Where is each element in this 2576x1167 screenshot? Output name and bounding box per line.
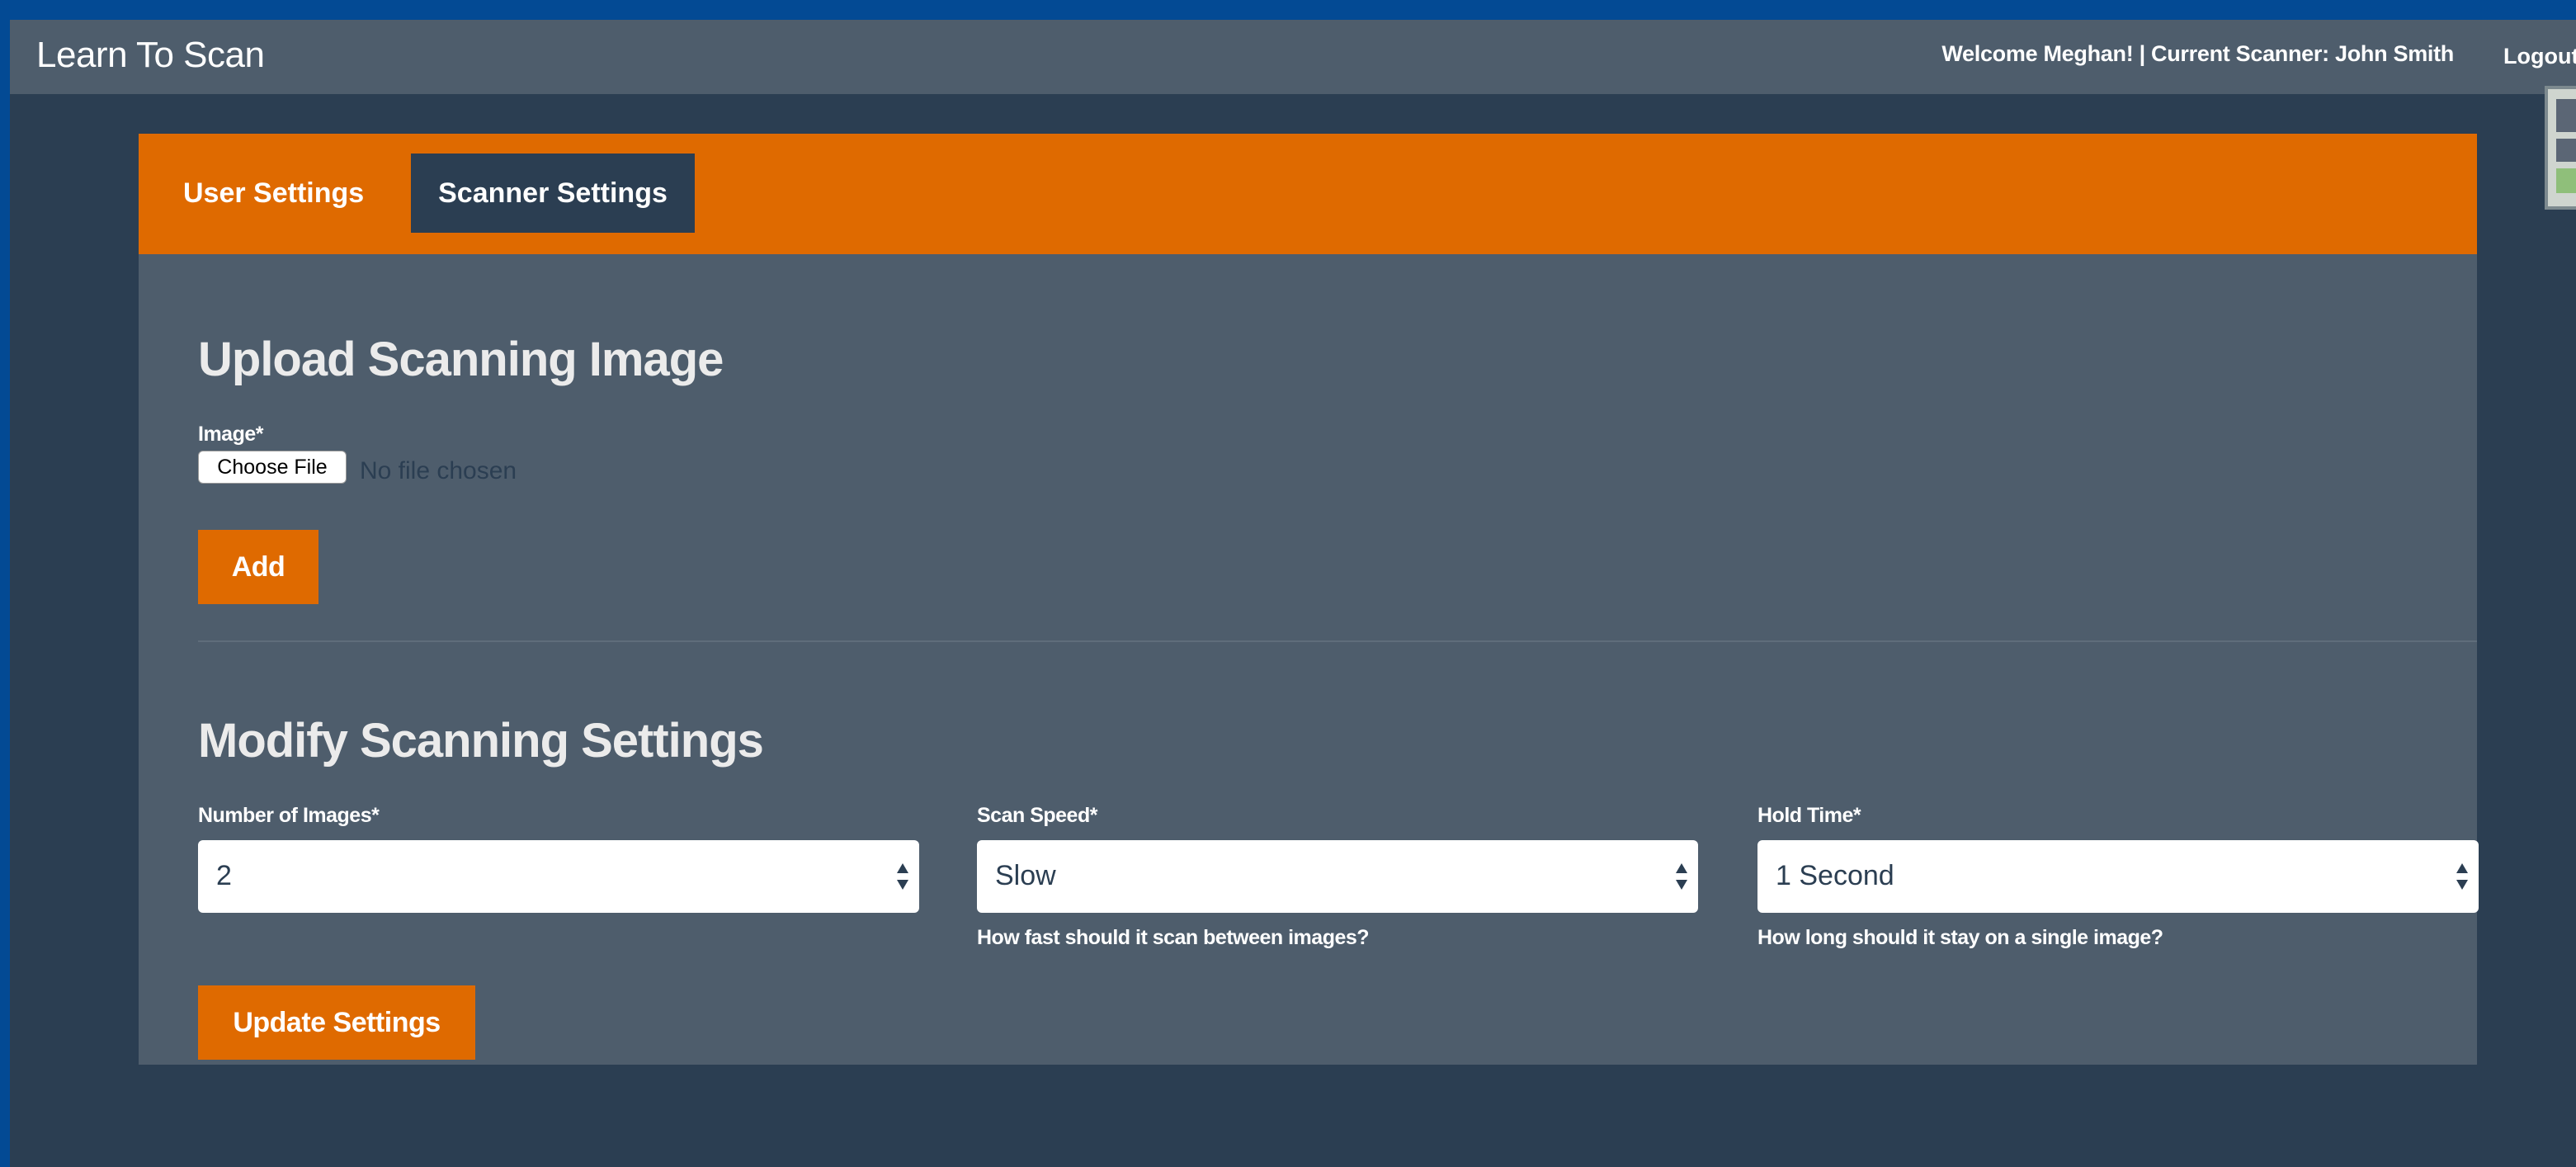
scan-speed-help: How fast should it scan between images?: [977, 926, 1370, 949]
settings-panel: Upload Scanning Image Image* Choose File…: [139, 254, 2479, 1065]
tab-scanner-settings[interactable]: Scanner Settings: [411, 154, 695, 233]
widget-block-top: [2556, 99, 2576, 132]
scan-speed-value: Slow: [995, 860, 1056, 891]
choose-file-button[interactable]: Choose File: [198, 451, 347, 484]
app-viewport: Learn To Scan Welcome Meghan! | Current …: [10, 20, 2576, 1167]
add-image-button[interactable]: Add: [198, 530, 318, 604]
file-status-text: No file chosen: [360, 457, 517, 484]
select-arrows-icon: [2456, 863, 2468, 890]
scan-speed-select[interactable]: Slow: [977, 840, 1698, 913]
select-arrows-icon: [897, 863, 908, 890]
side-widget[interactable]: [2545, 86, 2576, 210]
welcome-text: Welcome Meghan! | Current Scanner: John …: [1941, 41, 2454, 66]
update-settings-button[interactable]: Update Settings: [198, 985, 475, 1060]
widget-block-middle: [2556, 139, 2576, 162]
navbar: Learn To Scan Welcome Meghan! | Current …: [10, 20, 2576, 94]
hold-time-value: 1 Second: [1776, 860, 1894, 891]
widget-block-bottom: [2556, 168, 2576, 193]
hold-time-select[interactable]: 1 Second: [1757, 840, 2479, 913]
number-of-images-value: 2: [216, 860, 232, 891]
brand-title[interactable]: Learn To Scan: [36, 35, 265, 76]
image-field-label: Image*: [198, 423, 263, 446]
section-divider: [198, 640, 2477, 642]
tab-user-settings[interactable]: User Settings: [183, 154, 381, 233]
hold-time-label: Hold Time*: [1757, 804, 1861, 827]
number-of-images-select[interactable]: 2: [198, 840, 919, 913]
modify-section-title: Modify Scanning Settings: [198, 714, 764, 768]
settings-tab-bar: User Settings Scanner Settings: [139, 134, 2477, 254]
number-of-images-label: Number of Images*: [198, 804, 380, 827]
upload-section-title: Upload Scanning Image: [198, 333, 724, 386]
logout-link[interactable]: Logout: [2503, 44, 2576, 69]
hold-time-help: How long should it stay on a single imag…: [1757, 926, 2163, 949]
select-arrows-icon: [1676, 863, 1687, 890]
scan-speed-label: Scan Speed*: [977, 804, 1097, 827]
